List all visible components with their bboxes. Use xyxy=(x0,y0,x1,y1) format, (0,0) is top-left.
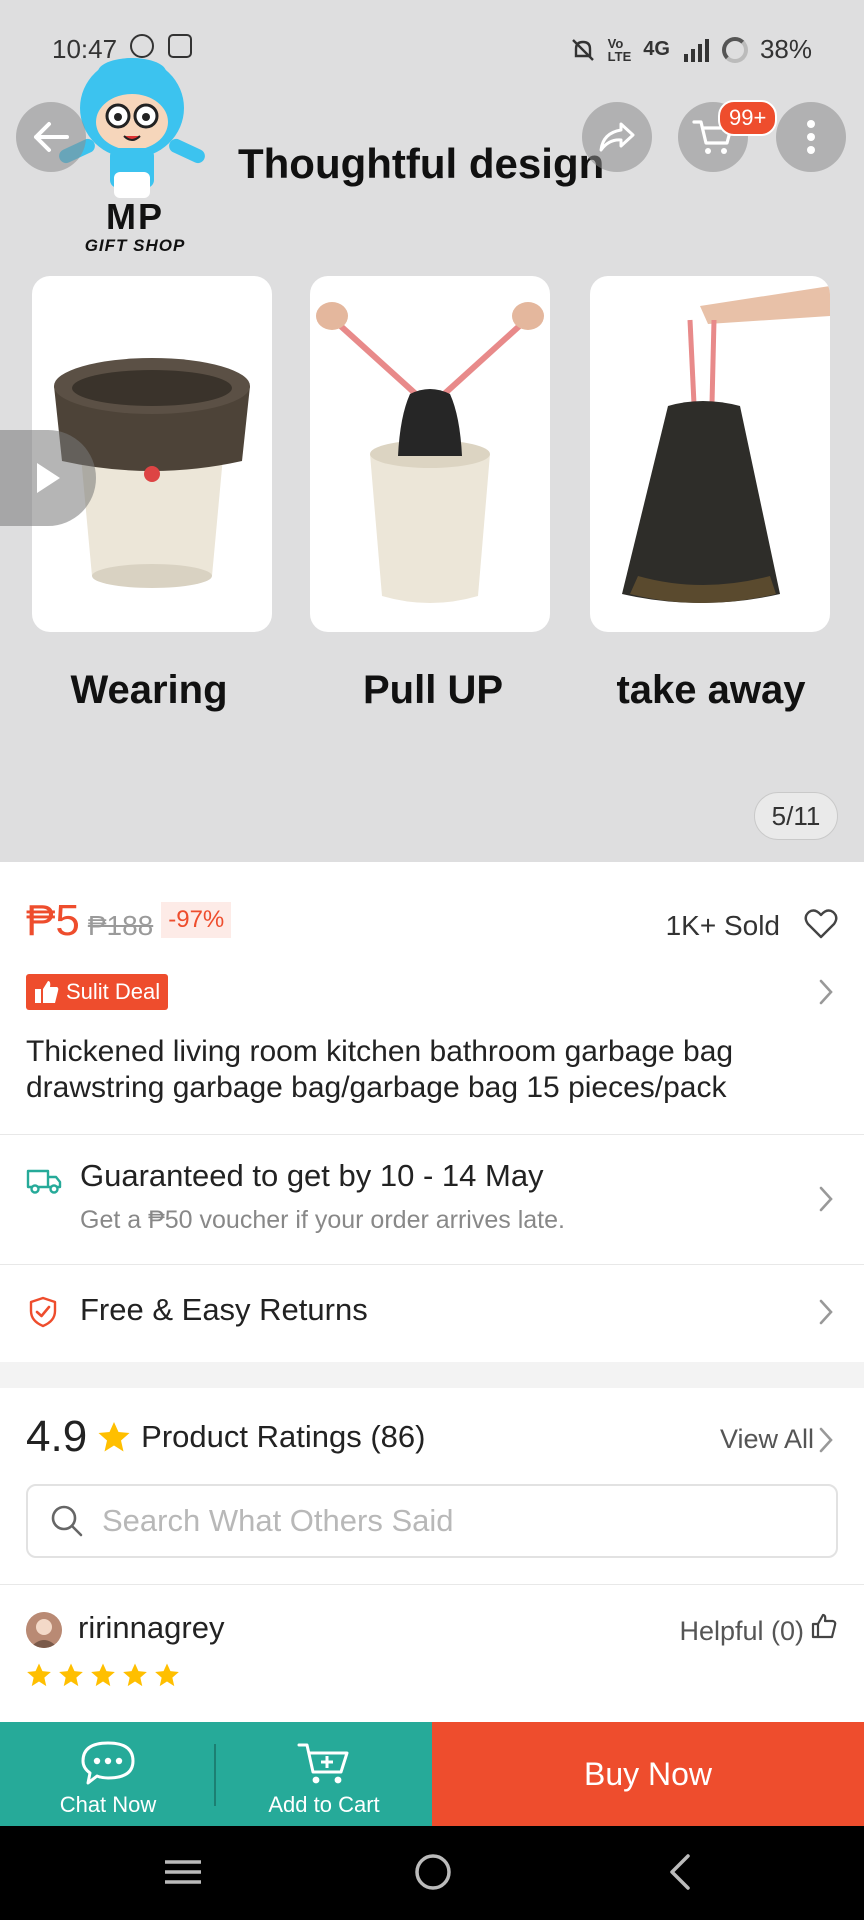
star-icon xyxy=(59,1663,83,1687)
status-right-group: Vo LTE 4G 38% xyxy=(570,34,812,65)
original-price: ₱188 xyxy=(87,910,154,941)
sold-count: 1K+ Sold xyxy=(665,910,780,941)
ratings-label: Product Ratings (86) xyxy=(141,1419,426,1454)
chat-bubble-icon xyxy=(81,1741,135,1785)
ratings-summary: 4.9 Product Ratings (86) xyxy=(26,1412,425,1462)
cart-count-badge: 99+ xyxy=(718,100,778,136)
back-nav-icon[interactable] xyxy=(660,1848,702,1896)
thumbs-up-icon[interactable] xyxy=(810,1612,838,1640)
thumbs-up-deal-icon xyxy=(35,981,59,1003)
mute-icon xyxy=(571,38,594,61)
reviewer-username[interactable]: ririnnagrey xyxy=(78,1610,224,1646)
signal-icon xyxy=(683,38,709,62)
volte-icon: Vo LTE xyxy=(607,35,632,64)
battery-icon xyxy=(721,36,748,63)
bag-pull-up-illustration xyxy=(316,302,544,603)
chat-now-button[interactable]: Chat Now xyxy=(0,1722,216,1826)
price-row: ₱5 ₱188 -97% xyxy=(26,896,232,946)
more-vertical-icon xyxy=(807,120,815,154)
share-button[interactable] xyxy=(582,102,652,172)
shield-check-icon xyxy=(29,1296,57,1328)
product-image-carousel[interactable]: 10:47 Vo LTE 4G 38% MP GIFT SHOP Thought… xyxy=(0,0,864,862)
chevron-right-icon xyxy=(819,1186,833,1212)
review-star-rating xyxy=(26,1662,180,1688)
hero-title: Thoughtful design xyxy=(238,140,605,187)
bottom-left-group: Chat Now Add to Cart xyxy=(0,1722,432,1826)
section-separator xyxy=(0,1362,864,1388)
star-icon xyxy=(98,1422,130,1452)
add-to-cart-icon xyxy=(297,1743,349,1784)
back-arrow-icon xyxy=(34,122,69,152)
shipping-subtitle: Get a ₱50 voucher if your order arrives … xyxy=(80,1206,565,1234)
chevron-right-icon[interactable] xyxy=(818,978,834,1006)
avatar[interactable] xyxy=(26,1612,62,1648)
star-icon xyxy=(91,1663,115,1687)
network-type: 4G xyxy=(643,38,670,60)
recent-apps-icon[interactable] xyxy=(162,1848,204,1896)
play-video-button[interactable] xyxy=(0,430,96,526)
divider xyxy=(0,1264,864,1265)
add-to-cart-label: Add to Cart xyxy=(268,1792,380,1817)
shop-logo-text: MP xyxy=(106,196,164,237)
divider xyxy=(0,1584,864,1585)
product-title: Thickened living room kitchen bathroom g… xyxy=(26,1035,734,1104)
shipping-title: Guaranteed to get by 10 - 14 May xyxy=(80,1158,544,1193)
sulit-deal-label: Sulit Deal xyxy=(66,979,161,1004)
shop-logo-subtext: GIFT SHOP xyxy=(84,236,186,255)
search-icon xyxy=(51,1505,83,1537)
play-icon xyxy=(37,463,60,493)
rating-score: 4.9 xyxy=(26,1412,88,1461)
free-returns-label: Free & Easy Returns xyxy=(80,1292,368,1327)
back-button[interactable] xyxy=(16,102,86,172)
user-avatar-image xyxy=(26,1612,62,1648)
system-navigation-bar xyxy=(0,1826,864,1920)
current-price: ₱5 xyxy=(26,896,80,945)
review-search-input[interactable] xyxy=(102,1503,782,1539)
chevron-right-icon xyxy=(819,1299,833,1325)
divider xyxy=(214,1744,216,1806)
share-icon xyxy=(599,122,635,152)
image-panel-pull-up xyxy=(310,276,550,632)
panel-label-wearing: Wearing xyxy=(70,668,228,712)
discount-badge: -97% xyxy=(161,902,232,938)
truck-icon xyxy=(26,1169,62,1194)
review-search-box[interactable] xyxy=(26,1484,838,1558)
panel-label-pull-up: Pull UP xyxy=(362,668,504,712)
battery-text: 38% xyxy=(759,34,812,64)
image-panel-take-away xyxy=(590,276,830,632)
more-options-button[interactable] xyxy=(776,102,846,172)
chat-now-label: Chat Now xyxy=(59,1792,157,1817)
panel-label-take-away: take away xyxy=(616,668,806,712)
heart-icon[interactable] xyxy=(804,908,838,940)
star-icon xyxy=(123,1663,147,1687)
sulit-deal-badge[interactable]: Sulit Deal xyxy=(26,974,169,1010)
buy-now-button[interactable]: Buy Now xyxy=(432,1722,864,1826)
divider xyxy=(0,1134,864,1135)
add-to-cart-button[interactable]: Add to Cart xyxy=(216,1722,432,1826)
home-icon[interactable] xyxy=(412,1848,454,1896)
helpful-count[interactable]: Helpful (0) xyxy=(679,1616,804,1647)
chevron-right-icon[interactable] xyxy=(818,1426,834,1454)
star-icon xyxy=(155,1663,179,1687)
star-icon xyxy=(27,1663,51,1687)
bag-take-away-illustration xyxy=(622,286,830,603)
image-page-indicator: 5/11 xyxy=(754,792,838,840)
bottom-action-bar: Chat Now Add to Cart Buy Now xyxy=(0,1722,864,1826)
view-all-link[interactable]: View All xyxy=(720,1424,814,1455)
